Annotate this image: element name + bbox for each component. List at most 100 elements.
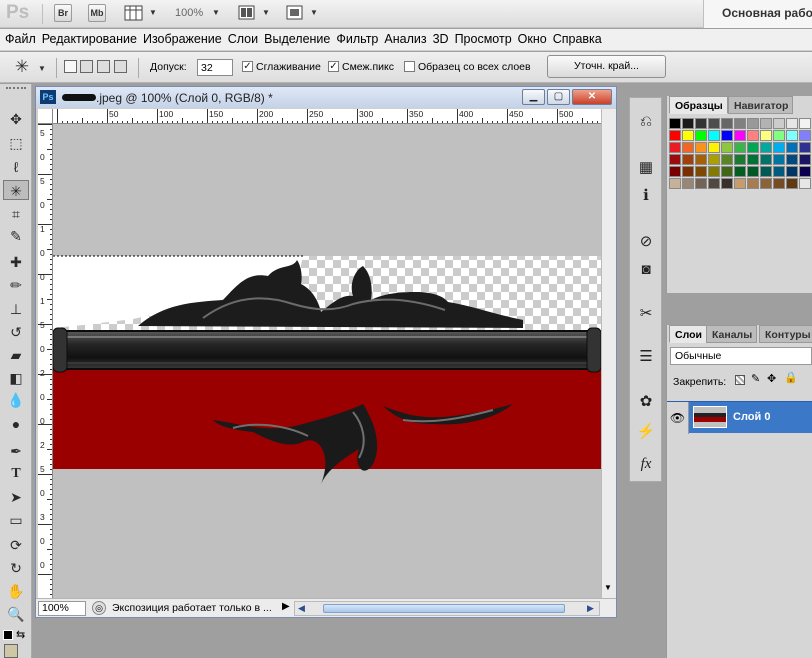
swatch[interactable] [721, 154, 733, 165]
swatch[interactable] [695, 130, 707, 141]
menu-window[interactable]: Окно [517, 29, 552, 50]
chevron-down-icon[interactable]: ▼ [212, 8, 220, 17]
fx-panel-icon[interactable]: fx [634, 452, 658, 476]
tool-presets-panel-icon[interactable]: ✂ [634, 302, 658, 326]
chevron-down-icon[interactable]: ▼ [262, 8, 270, 17]
pen-tool-icon[interactable]: ✒ [3, 441, 29, 461]
tab-layers[interactable]: Слои [669, 325, 707, 343]
3d-orbit-tool-icon[interactable]: ↻ [3, 558, 29, 578]
tab-swatches[interactable]: Образцы [669, 96, 728, 114]
blur-tool-icon[interactable]: 💧 [3, 390, 29, 410]
swatch[interactable] [734, 118, 746, 129]
swatch[interactable] [695, 178, 707, 189]
shape-tool-icon[interactable]: ▭ [3, 510, 29, 530]
refine-edge-button[interactable]: Уточн. край... [547, 55, 666, 78]
tolerance-input[interactable]: 32 [197, 59, 233, 76]
paint-bucket-tool-icon[interactable]: ◧ [3, 368, 29, 388]
swatch[interactable] [682, 178, 694, 189]
swatch[interactable] [695, 118, 707, 129]
swatch[interactable] [773, 166, 785, 177]
swatch[interactable] [760, 130, 772, 141]
add-to-selection-icon[interactable] [80, 60, 93, 73]
move-tool-icon[interactable]: ✥ [3, 109, 29, 129]
swatch[interactable] [760, 118, 772, 129]
magic-wand-preset-icon[interactable]: ✳ [10, 57, 34, 79]
swatch[interactable] [747, 178, 759, 189]
swatch[interactable] [669, 166, 681, 177]
swatch[interactable] [669, 130, 681, 141]
swatch[interactable] [734, 154, 746, 165]
zoom-input[interactable]: 100% [38, 601, 86, 616]
swatch[interactable] [786, 142, 798, 153]
menu-3d[interactable]: 3D [432, 29, 454, 50]
swatch[interactable] [747, 142, 759, 153]
type-tool-icon[interactable]: T [3, 464, 29, 484]
bridge-button[interactable]: Br [54, 4, 72, 22]
swatch[interactable] [708, 142, 720, 153]
menu-select[interactable]: Выделение [263, 29, 335, 50]
chevron-down-icon[interactable]: ▼ [149, 8, 157, 17]
swatch[interactable] [708, 154, 720, 165]
swatch[interactable] [786, 118, 798, 129]
tab-paths[interactable]: Контуры [759, 325, 812, 343]
healing-brush-tool-icon[interactable]: ✚ [3, 252, 29, 272]
swatch[interactable] [669, 178, 681, 189]
actions-panel-icon[interactable]: ⚡ [634, 420, 658, 444]
ruler-origin[interactable] [38, 109, 53, 124]
sample-all-layers-checkbox[interactable] [404, 61, 415, 72]
swatch[interactable] [682, 130, 694, 141]
swatch[interactable] [695, 166, 707, 177]
swatch[interactable] [734, 166, 746, 177]
marquee-tool-icon[interactable]: ⬚ [3, 133, 29, 153]
crop-tool-icon[interactable]: ⌗ [3, 204, 29, 224]
swatch[interactable] [760, 142, 772, 153]
contiguous-checkbox[interactable]: ✓ [328, 61, 339, 72]
swatch[interactable] [773, 142, 785, 153]
swatch[interactable] [721, 118, 733, 129]
swatch[interactable] [760, 154, 772, 165]
lock-position-icon[interactable]: ✥ [767, 372, 776, 385]
zoom-tool-icon[interactable]: 🔍 [3, 604, 29, 624]
swatch[interactable] [734, 130, 746, 141]
swatch[interactable] [786, 166, 798, 177]
lock-pixels-icon[interactable]: ✎ [751, 372, 760, 385]
tab-navigator[interactable]: Навигатор [728, 96, 794, 114]
histogram-panel-icon[interactable]: ▦ [634, 156, 658, 180]
chevron-down-icon[interactable]: ▼ [310, 8, 318, 17]
adjustments-panel-icon[interactable]: ☰ [634, 345, 658, 369]
close-button[interactable]: ✕ [572, 89, 612, 105]
foreground-color-swatch[interactable] [4, 644, 18, 658]
swatch[interactable] [760, 178, 772, 189]
lock-all-icon[interactable]: 🔒 [784, 371, 798, 384]
menu-help[interactable]: Справка [552, 29, 607, 50]
maximize-button[interactable]: ▢ [547, 89, 570, 105]
swatch[interactable] [682, 154, 694, 165]
swatch[interactable] [682, 166, 694, 177]
antialias-checkbox[interactable]: ✓ [242, 61, 253, 72]
blend-mode-select[interactable]: Обычные [670, 347, 812, 365]
tab-channels[interactable]: Каналы [706, 325, 758, 343]
brush-tool-icon[interactable]: ✏ [3, 275, 29, 295]
swatch[interactable] [669, 118, 681, 129]
menu-filter[interactable]: Фильтр [335, 29, 383, 50]
menu-file[interactable]: Файл [4, 29, 41, 50]
scroll-down-arrow-icon[interactable]: ▼ [604, 583, 612, 592]
swatch[interactable] [747, 130, 759, 141]
swatch[interactable] [708, 118, 720, 129]
swatch[interactable] [799, 178, 811, 189]
intersect-selection-icon[interactable] [114, 60, 127, 73]
subtract-from-selection-icon[interactable] [97, 60, 110, 73]
toolbox-grip[interactable] [6, 87, 26, 91]
swatch[interactable] [747, 154, 759, 165]
swatch[interactable] [799, 154, 811, 165]
swatch[interactable] [721, 142, 733, 153]
swatch[interactable] [799, 130, 811, 141]
swatch[interactable] [682, 118, 694, 129]
swatch[interactable] [773, 154, 785, 165]
status-menu-arrow-icon[interactable]: ▶ [282, 601, 290, 612]
minimize-button[interactable]: ▁ [522, 89, 545, 105]
horizontal-scroll-thumb[interactable] [323, 604, 565, 613]
menu-image[interactable]: Изображение [142, 29, 227, 50]
status-info-icon[interactable]: ◎ [92, 601, 106, 615]
menu-view[interactable]: Просмотр [454, 29, 517, 50]
